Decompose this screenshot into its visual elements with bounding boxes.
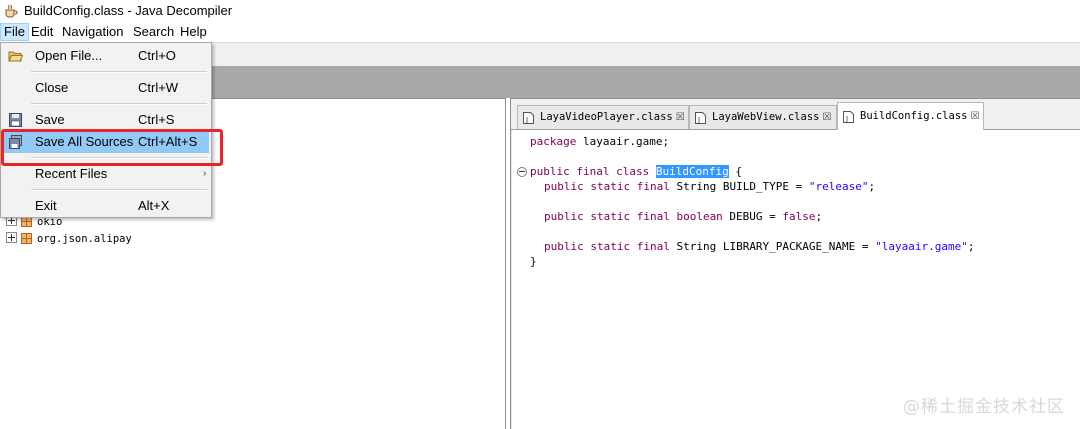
selected-class-name[interactable]: BuildConfig — [655, 165, 729, 178]
floppy-disk-icon — [9, 113, 22, 127]
tab-label: LayaVideoPlayer.class — [540, 111, 673, 123]
code-line: package layaair.game; — [530, 135, 670, 148]
expand-icon[interactable] — [6, 232, 17, 243]
fold-collapse-icon[interactable] — [517, 167, 527, 177]
open-folder-icon — [8, 51, 23, 62]
tab-close-icon[interactable]: ☒ — [970, 104, 979, 130]
tab-buildconfig[interactable]: J BuildConfig.class ☒ — [837, 102, 984, 130]
class-file-icon: J — [523, 112, 534, 124]
editor-tab-strip: J LayaVideoPlayer.class ☒ J LayaWebView.c… — [511, 99, 1080, 130]
menu-item-close[interactable]: Close Ctrl+W — [3, 77, 209, 99]
tab-label: BuildConfig.class — [860, 110, 968, 122]
menu-separator — [31, 189, 207, 191]
code-line: public static final boolean DEBUG = fals… — [544, 210, 823, 223]
menu-separator — [31, 71, 207, 73]
menu-bar: File Edit Navigation Search Help — [0, 22, 1080, 42]
window-title: BuildConfig.class - Java Decompiler — [24, 3, 233, 18]
menu-item-recent-files[interactable]: Recent Files › — [3, 163, 209, 185]
menu-item-exit[interactable]: Exit Alt+X — [3, 195, 209, 217]
code-editor[interactable]: package layaair.game; public final class… — [511, 130, 1080, 429]
code-line: public static final String BUILD_TYPE = … — [544, 180, 876, 193]
tab-layavideoplayer[interactable]: J LayaVideoPlayer.class ☒ — [517, 105, 689, 129]
menu-edit[interactable]: Edit — [28, 24, 56, 40]
annotation-highlight-box — [1, 129, 223, 166]
code-line: public final class BuildConfig { — [530, 165, 742, 178]
svg-text:J: J — [697, 116, 700, 124]
watermark: @稀土掘金技术社区 — [903, 397, 1065, 417]
package-icon — [21, 233, 32, 244]
menu-search[interactable]: Search — [130, 24, 177, 40]
menu-file[interactable]: File — [0, 23, 29, 41]
class-file-icon: J — [695, 112, 706, 124]
coffee-cup-icon — [5, 4, 18, 18]
editor-panel: J LayaVideoPlayer.class ☒ J LayaWebView.c… — [510, 98, 1080, 429]
tab-layawebview[interactable]: J LayaWebView.class ☒ — [689, 105, 837, 129]
menu-navigation[interactable]: Navigation — [59, 24, 126, 40]
menu-item-open-file[interactable]: Open File... Ctrl+O — [3, 45, 209, 67]
menu-help[interactable]: Help — [177, 24, 210, 40]
menu-separator — [31, 103, 207, 105]
code-line: } — [530, 255, 537, 268]
submenu-arrow-icon: › — [203, 168, 207, 179]
svg-text:J: J — [845, 115, 848, 123]
tab-close-icon[interactable]: ☒ — [822, 107, 831, 129]
svg-text:J: J — [525, 116, 528, 124]
menu-item-save[interactable]: Save Ctrl+S — [3, 109, 209, 131]
tree-item[interactable]: org.json.alipay — [6, 232, 132, 246]
class-file-icon: J — [843, 111, 854, 123]
tab-close-icon[interactable]: ☒ — [676, 107, 685, 129]
tree-item-label: org.json.alipay — [37, 233, 132, 245]
tab-label: LayaWebView.class — [712, 111, 820, 123]
title-bar: BuildConfig.class - Java Decompiler — [0, 0, 1080, 22]
code-line: public static final String LIBRARY_PACKA… — [544, 240, 975, 253]
